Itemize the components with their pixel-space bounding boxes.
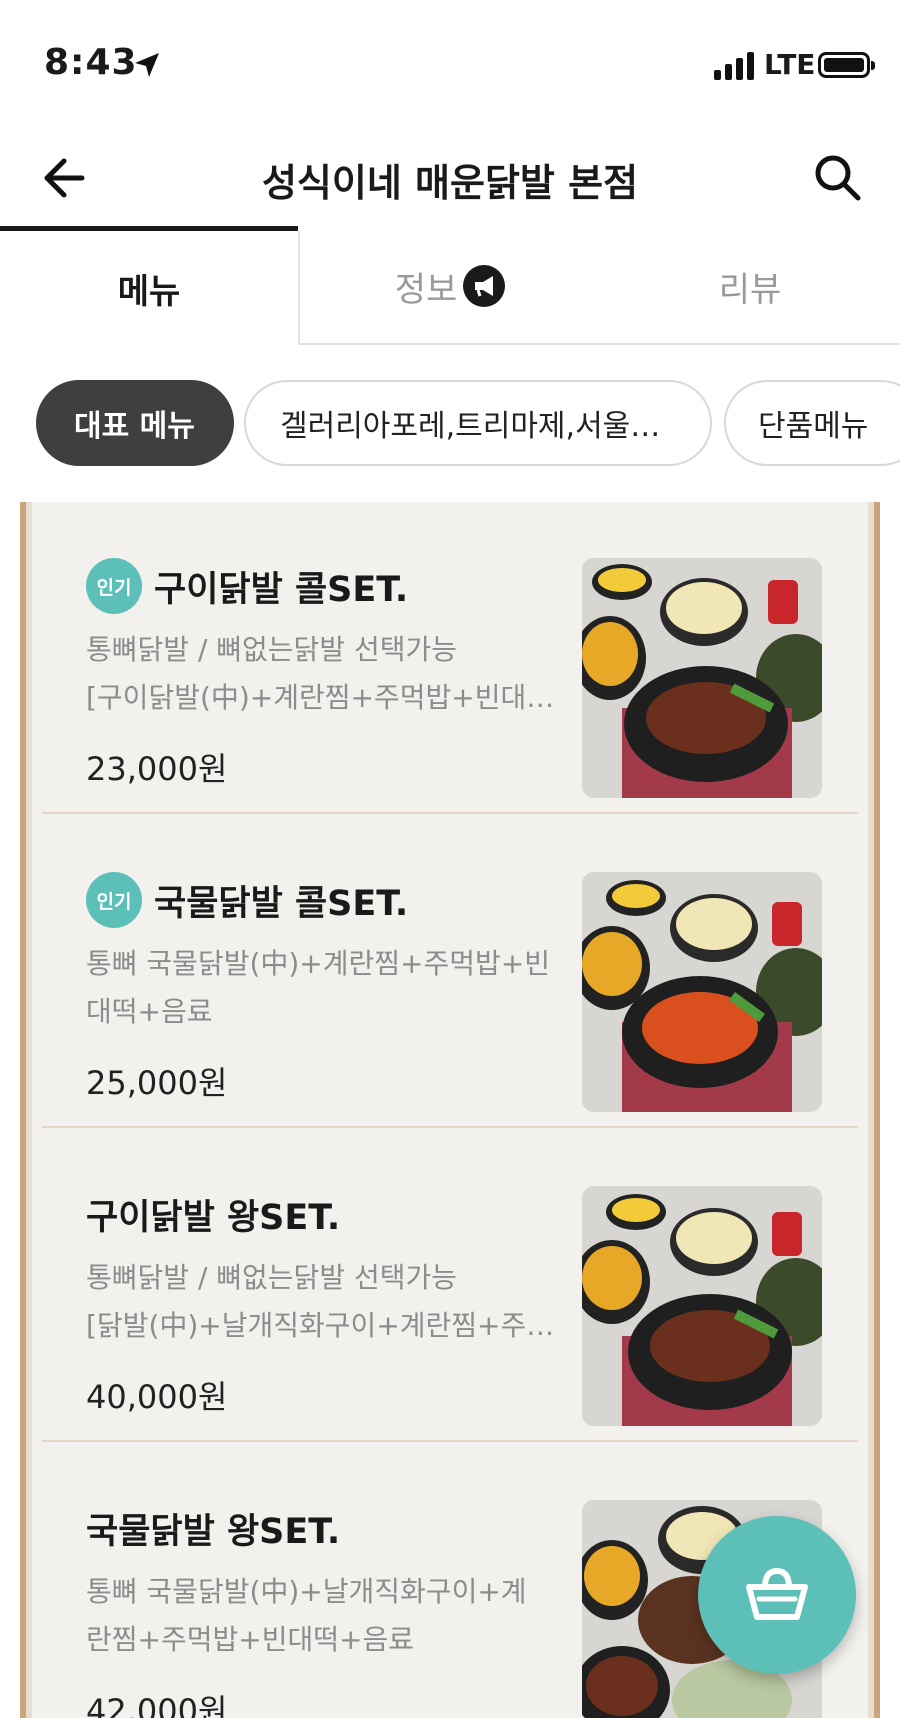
- page-title: 성식이네 매운닭발 본점: [261, 161, 639, 205]
- menu-item-desc: [구이닭발(中)+계란찜+주먹밥+빈대…: [86, 681, 555, 714]
- tab-menu-label: 메뉴: [117, 272, 181, 312]
- menu-item-desc: 통뼈닭발 / 뼈없는닭발 선택가능: [86, 1261, 458, 1294]
- megaphone-icon: [463, 265, 506, 307]
- category-chip-label: 대표 메뉴: [74, 409, 195, 444]
- tab-info[interactable]: 정보: [300, 226, 600, 346]
- menu-item-text: 인기 구이닭발 콜SET. 통뼈닭발 / 뼈없는닭발 선택가능 [구이닭발(中)…: [86, 558, 606, 790]
- status-bar: 8:43 LTE: [0, 0, 900, 130]
- tab-divider: [298, 231, 300, 345]
- menu-item[interactable]: 인기 국물닭발 콜SET. 통뼈 국물닭발(中)+계란찜+주먹밥+빈 대떡+음료…: [42, 816, 858, 1128]
- menu-item-desc: 통뼈 국물닭발(中)+계란찜+주먹밥+빈: [86, 947, 551, 980]
- category-chip-label: 단품메뉴: [758, 409, 869, 444]
- menu-item-text: 구이닭발 왕SET. 통뼈닭발 / 뼈없는닭발 선택가능 [닭발(中)+날개직화…: [86, 1186, 606, 1418]
- category-chip-label: 겔러리아포레,트리마제,서울…: [280, 409, 661, 444]
- menu-item-price: 25,000원: [86, 1064, 228, 1102]
- menu-item-name: 구이닭발 콜SET.: [154, 569, 409, 610]
- category-chip-single[interactable]: 단품메뉴: [724, 380, 900, 466]
- menu-item[interactable]: 인기 구이닭발 콜SET. 통뼈닭발 / 뼈없는닭발 선택가능 [구이닭발(中)…: [42, 502, 858, 814]
- category-chips: 대표 메뉴 겔러리아포레,트리마제,서울… 단품메뉴: [0, 380, 900, 470]
- menu-item-desc: 통뼈닭발 / 뼈없는닭발 선택가능: [86, 633, 458, 666]
- location-arrow-icon: [135, 53, 159, 77]
- tab-review-label: 리뷰: [718, 269, 782, 310]
- tab-menu[interactable]: 메뉴: [0, 226, 298, 346]
- shopping-basket-icon: [746, 1567, 808, 1620]
- tab-bar: 메뉴 정보 리뷰: [0, 226, 900, 346]
- tab-info-label: 정보: [394, 269, 458, 310]
- menu-item-desc: 대떡+음료: [86, 995, 213, 1028]
- menu-item-photo: [582, 872, 822, 1112]
- menu-item-price: 40,000원: [86, 1378, 228, 1416]
- menu-item-desc: [닭발(中)+날개직화구이+계란찜+주…: [86, 1309, 555, 1342]
- battery-icon: [818, 52, 875, 78]
- menu-item-desc: 통뼈 국물닭발(中)+날개직화구이+계: [86, 1575, 527, 1608]
- menu-item-name: 구이닭발 왕SET.: [86, 1197, 341, 1238]
- cart-button[interactable]: [698, 1516, 856, 1674]
- category-chip-delivery[interactable]: 겔러리아포레,트리마제,서울…: [244, 380, 712, 466]
- header: 성식이네 매운닭발 본점: [0, 130, 900, 226]
- menu-item[interactable]: 구이닭발 왕SET. 통뼈닭발 / 뼈없는닭발 선택가능 [닭발(中)+날개직화…: [42, 1130, 858, 1442]
- menu-item-price: 23,000원: [86, 750, 228, 788]
- menu-item-name: 국물닭발 왕SET.: [86, 1511, 341, 1552]
- menu-item-text: 국물닭발 왕SET. 통뼈 국물닭발(中)+날개직화구이+계 란찜+주먹밥+빈대…: [86, 1500, 606, 1718]
- category-chip-featured[interactable]: 대표 메뉴: [36, 380, 234, 466]
- signal-icon: [714, 52, 756, 80]
- menu-item-text: 인기 국물닭발 콜SET. 통뼈 국물닭발(中)+계란찜+주먹밥+빈 대떡+음료…: [86, 872, 606, 1104]
- menu-item-photo: [582, 1186, 822, 1426]
- menu-item-desc: 란찜+주먹밥+빈대떡+음료: [86, 1623, 414, 1656]
- menu-item-price: 42,000원: [86, 1692, 228, 1718]
- status-time: 8:43: [44, 42, 138, 83]
- menu-item-photo: [582, 558, 822, 798]
- popular-badge: 인기: [86, 872, 142, 928]
- tab-underline: [298, 343, 900, 345]
- search-icon[interactable]: [808, 148, 868, 208]
- popular-badge: 인기: [86, 558, 142, 614]
- menu-item-name: 국물닭발 콜SET.: [154, 883, 409, 924]
- network-label: LTE: [764, 48, 816, 81]
- tab-review[interactable]: 리뷰: [600, 226, 900, 346]
